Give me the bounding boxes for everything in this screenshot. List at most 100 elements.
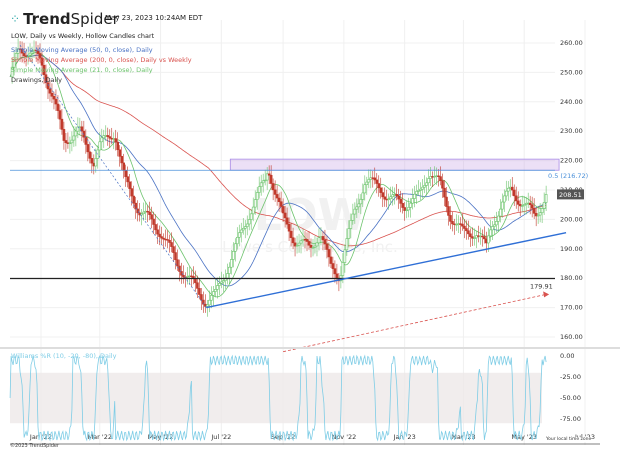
candle-body — [483, 236, 486, 240]
candle-body — [349, 220, 353, 229]
candle-body — [269, 174, 273, 184]
candle-body — [158, 233, 161, 237]
candle-body — [253, 199, 257, 208]
candle-body — [421, 186, 424, 190]
candle-body — [489, 229, 492, 237]
candle-body — [100, 137, 104, 143]
candle-body — [200, 294, 203, 301]
candle-body — [98, 141, 102, 151]
candle-body — [80, 126, 84, 132]
logo-icon: ⁘ — [10, 12, 21, 26]
candle-body — [497, 215, 500, 222]
legend-drawings[interactable]: Drawings, Daily — [11, 76, 62, 84]
candle-body — [401, 203, 404, 208]
candle-body — [94, 158, 98, 167]
candle-body — [441, 180, 444, 189]
candle-body — [64, 140, 68, 143]
candle-body — [335, 273, 339, 279]
candle-body — [128, 181, 131, 189]
candle-body — [532, 207, 536, 214]
candle-body — [194, 278, 197, 284]
candle-body — [176, 259, 179, 267]
candle-body — [341, 262, 345, 276]
candle-body — [317, 237, 321, 244]
candle-body — [172, 246, 175, 253]
candle-body — [347, 228, 351, 239]
candle-body — [281, 206, 285, 214]
candle-body — [152, 218, 155, 225]
candle-body — [150, 214, 153, 220]
candle-body — [333, 268, 337, 275]
candle-body — [487, 235, 490, 244]
candle-body — [231, 251, 235, 260]
arrow-head-icon — [543, 291, 550, 298]
candle-body — [415, 191, 418, 195]
timezone-note: Your local time zone — [546, 437, 592, 442]
support-label: 179.91 — [530, 282, 553, 290]
candle-body — [427, 178, 430, 184]
candle-body — [409, 202, 412, 208]
candle-body — [397, 195, 400, 200]
candle-body — [214, 289, 217, 292]
candle-body — [228, 266, 231, 274]
indicator-tick-label: -50.00 — [560, 394, 581, 402]
candle-body — [52, 95, 56, 100]
candle-body — [70, 139, 74, 144]
candle-body — [285, 217, 289, 225]
candle-body — [381, 192, 385, 198]
candle-body — [245, 223, 249, 227]
candle-body — [351, 213, 355, 221]
candle-body — [307, 241, 311, 246]
candle-body — [327, 249, 331, 258]
candle-body — [498, 208, 502, 217]
candle-body — [50, 92, 54, 97]
indicator-tick-label: 0.00 — [560, 352, 574, 360]
candle-body — [542, 202, 546, 209]
legend-williams-r[interactable]: Williams %R (10, -20, -80), Daily — [11, 352, 116, 360]
legend-sma200[interactable]: Simple Moving Average (200, 0, close), D… — [11, 56, 192, 64]
chart-title: LOW, Daily vs Weekly, Hollow Candles cha… — [11, 32, 155, 40]
candle-body — [90, 158, 94, 164]
candle-body — [126, 176, 129, 183]
candle-body — [198, 288, 201, 295]
candle-body — [299, 240, 303, 244]
y-tick-label: 190.00 — [560, 245, 583, 253]
candle-body — [500, 201, 504, 210]
candle-body — [54, 98, 58, 105]
legend-sma50[interactable]: Simple Moving Average (50, 0, close), Da… — [11, 46, 153, 54]
candle-body — [156, 229, 159, 235]
legend-sma21[interactable]: Simple Moving Average (21, 0, close), Da… — [11, 66, 153, 74]
candle-body — [218, 283, 221, 286]
candle-body — [355, 206, 359, 210]
candle-body — [343, 249, 347, 263]
candle-body — [502, 195, 506, 203]
candle-body — [510, 186, 514, 191]
candle-body — [461, 223, 464, 227]
x-tick-label: Nov '22 — [331, 433, 356, 441]
candle-body — [72, 135, 76, 141]
x-tick-label: Jul '22 — [210, 433, 231, 441]
y-tick-label: 230.00 — [560, 127, 583, 135]
candle-body — [375, 179, 379, 184]
candle-body — [463, 225, 466, 229]
candle-body — [216, 285, 219, 290]
candle-body — [122, 162, 125, 171]
candle-body — [357, 203, 361, 208]
y-tick-label: 250.00 — [560, 68, 583, 76]
trendspider-logo: ⁘ Trend Spider — [10, 10, 119, 28]
candle-body — [530, 204, 534, 209]
candle-body — [413, 193, 416, 199]
candle-body — [467, 230, 470, 235]
candle-body — [120, 156, 124, 164]
logo-text-bold: Trend — [23, 10, 71, 28]
last-price-label: 208.51 — [559, 191, 582, 199]
candle-body — [377, 183, 381, 189]
candle-body — [540, 208, 544, 214]
candle-body — [275, 194, 279, 199]
candle-body — [148, 211, 151, 215]
candle-body — [291, 237, 295, 244]
chart-window: 260.00250.00240.00230.00220.00210.00200.… — [0, 0, 620, 454]
candle-body — [321, 236, 325, 241]
candle-body — [259, 182, 263, 188]
y-tick-label: 160.00 — [560, 333, 583, 341]
